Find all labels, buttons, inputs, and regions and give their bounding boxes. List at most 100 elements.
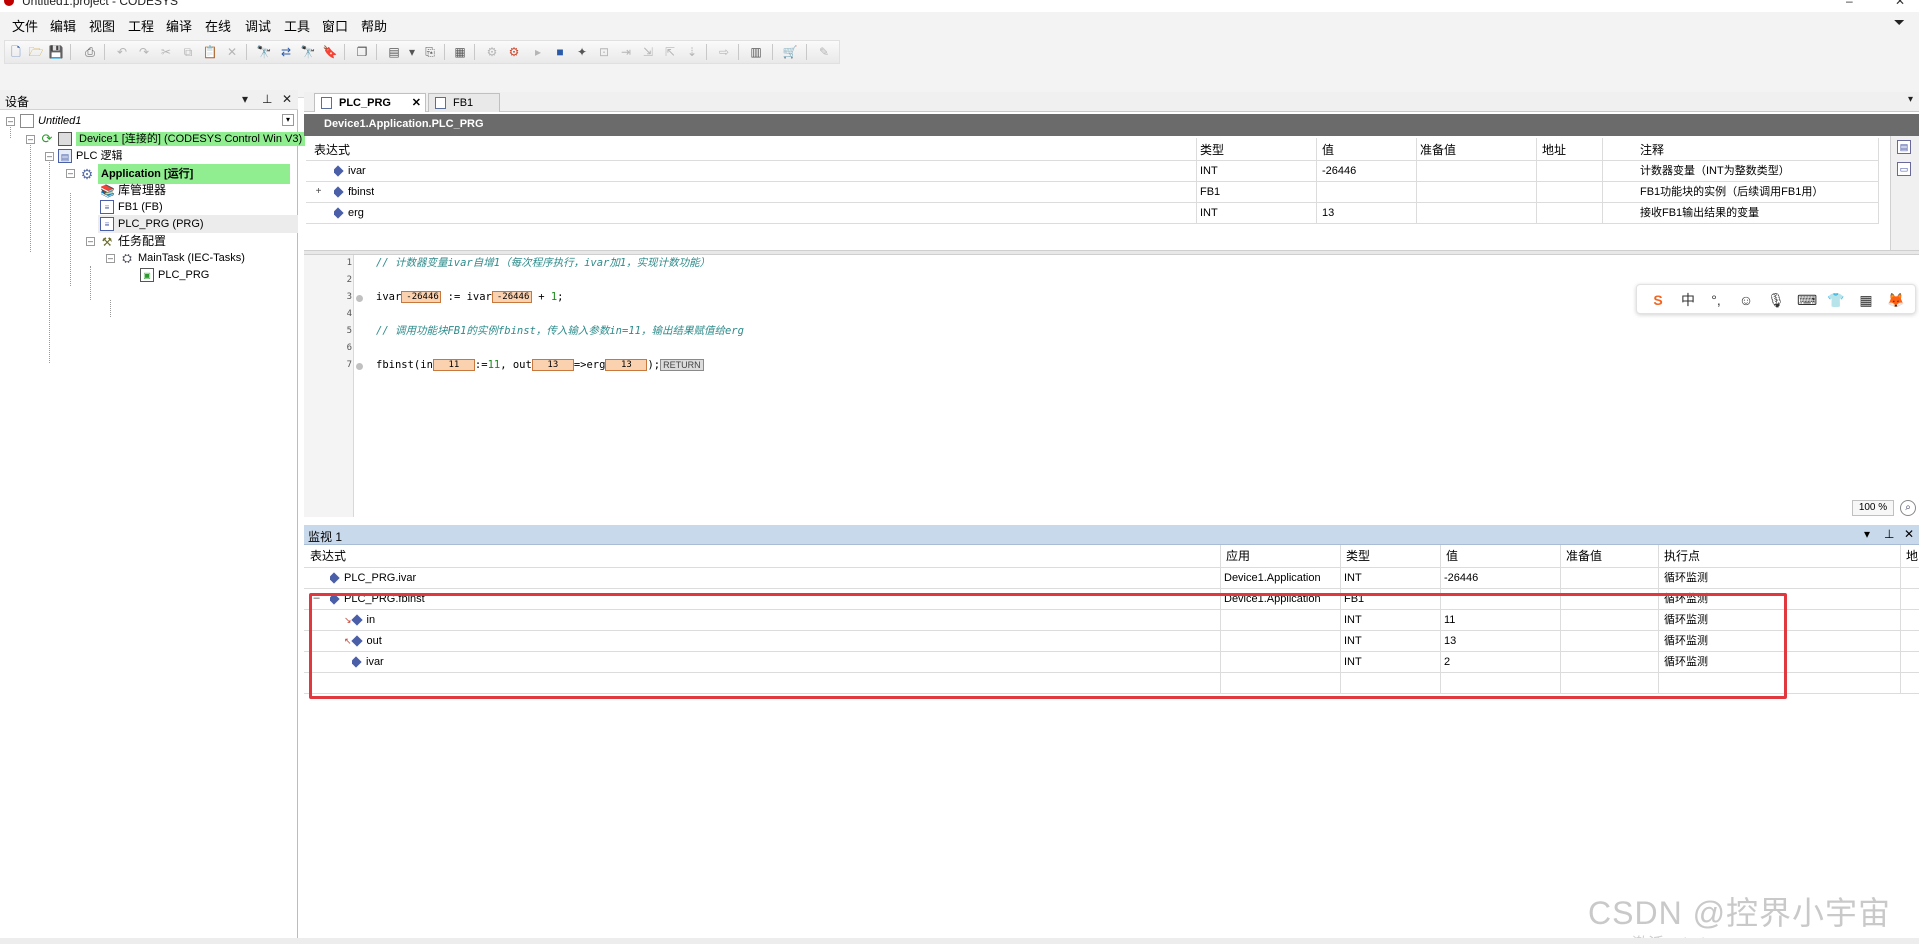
pane-menu-icon[interactable]: ▾ [1864,527,1870,541]
step-out-icon[interactable]: ⇱ [662,44,678,60]
cut-icon[interactable]: ✂ [158,44,174,60]
reset-icon[interactable]: ✦ [574,44,590,60]
tree-dropdown-icon[interactable]: ▾ [282,114,294,126]
zoom-level[interactable]: 100 % [1852,500,1894,516]
tree-item-library-manager[interactable]: 📚 库管理器 [100,181,166,199]
new-project-icon[interactable]: 🗋 [8,44,24,60]
decl-row-expr[interactable]: fbinst [334,183,374,201]
run-to-cursor-icon[interactable]: ⇣ [684,44,700,60]
tree-item-device[interactable]: ⟳ Device1 [连接的] (CODESYS Control Win V3) [40,130,306,148]
tree-item-fb1[interactable]: ≡ FB1 (FB) [100,198,163,216]
tree-collapse-toggle[interactable]: – [45,152,54,161]
save-icon[interactable]: 💾 [48,44,64,60]
tabular-view-icon[interactable]: ▤ [1897,140,1911,154]
find-icon[interactable]: 🔭 [256,44,272,60]
microphone-icon[interactable]: 🎙 [1767,291,1785,309]
build-icon[interactable]: ▦ [452,44,468,60]
paste-icon[interactable]: 📋 [202,44,218,60]
open-project-icon[interactable]: 🗁 [28,44,44,60]
menu-tools[interactable]: 工具 [284,16,310,35]
decl-row-expr[interactable]: ivar [334,162,366,180]
tree-collapse-toggle[interactable]: – [106,254,115,263]
decl-row-expr[interactable]: erg [334,204,364,222]
menu-edit[interactable]: 编辑 [50,16,76,35]
watch-col-address[interactable]: 地 [1906,547,1918,565]
col-header-address[interactable]: 地址 [1542,141,1566,159]
login-icon[interactable]: ⚙ [484,44,500,60]
menu-view[interactable]: 视图 [89,16,115,35]
breakpoint-marker[interactable] [356,363,363,370]
unforce-icon[interactable]: ✎ [816,44,832,60]
write-values-icon[interactable]: ▥ [748,44,764,60]
tree-collapse-toggle[interactable]: – [86,237,95,246]
force-values-icon[interactable]: 🛒 [782,44,798,60]
col-header-type[interactable]: 类型 [1200,141,1224,159]
tree-item-plc-logic[interactable]: ▤ PLC 逻辑 [58,147,122,165]
emoji-icon[interactable]: ☺ [1737,291,1755,309]
step-into-icon[interactable]: ⇲ [640,44,656,60]
breakpoint-marker[interactable] [356,295,363,302]
col-header-value[interactable]: 值 [1322,141,1334,159]
zoom-icon[interactable]: ⌕ [1900,500,1916,516]
breakpoint-icon[interactable]: ⊡ [596,44,612,60]
ime-chinese-mode[interactable]: 中 [1679,291,1697,309]
menu-build[interactable]: 编译 [166,16,192,35]
print-icon[interactable]: ⎙ [82,44,98,60]
tree-item-maintask[interactable]: ⛭ MainTask (IEC-Tasks) [120,249,245,267]
tree-item-project[interactable]: Untitled1 ▾ [20,112,296,130]
pin-icon[interactable]: ⊥ [262,92,272,106]
device-tree-icon[interactable]: ▤ [386,44,402,60]
bookmark-next-icon[interactable]: 🔖 [322,44,338,60]
close-window-button[interactable]: ✕ [1895,0,1905,8]
sogou-logo-icon[interactable]: S [1649,291,1667,309]
logout-icon[interactable]: ⚙ [506,44,522,60]
menu-online[interactable]: 在线 [205,16,231,35]
flow-control-icon[interactable]: ⇨ [716,44,732,60]
tree-item-task-plc-prg[interactable]: ▣ PLC_PRG [140,266,209,284]
watch-col-execution-point[interactable]: 执行点 [1664,547,1700,565]
close-pane-icon[interactable]: ✕ [282,92,292,106]
pane-menu-icon[interactable]: ▾ [242,92,248,106]
col-header-prepared[interactable]: 准备值 [1420,141,1456,159]
watch-row-value[interactable]: -26446 [1444,569,1478,587]
start-icon[interactable]: ▸ [530,44,546,60]
tab-fb1[interactable]: FB1 [428,93,500,112]
close-pane-icon[interactable]: ✕ [1904,527,1914,541]
filter-icon[interactable]: ⏷ [1894,14,1905,31]
col-header-expression[interactable]: 表达式 [314,141,350,159]
tree-collapse-toggle[interactable]: – [26,135,35,144]
minimize-window-button[interactable]: – [1846,0,1853,8]
copy-icon[interactable]: ⧉ [180,44,196,60]
redo-icon[interactable]: ↷ [136,44,152,60]
watch-row-expr[interactable]: PLC_PRG.ivar [330,569,416,587]
watch-col-application[interactable]: 应用 [1226,547,1250,565]
watch-col-value[interactable]: 值 [1446,547,1458,565]
horizontal-scrollbar[interactable] [0,938,1919,944]
menu-project[interactable]: 工程 [128,16,154,35]
punctuation-icon[interactable]: °, [1707,291,1725,309]
window-list-icon[interactable]: ❐ [354,44,370,60]
tree-item-application[interactable]: ⚙ Application [运行] [80,164,298,184]
mascot-icon[interactable]: 🦊 [1887,291,1905,309]
toolbox-icon[interactable]: ▦ [1857,291,1875,309]
col-header-comment[interactable]: 注释 [1640,141,1664,159]
skin-icon[interactable]: 👕 [1827,291,1845,309]
menu-debug[interactable]: 调试 [245,16,271,35]
menu-help[interactable]: 帮助 [361,16,387,35]
undo-icon[interactable]: ↶ [114,44,130,60]
watch-col-expression[interactable]: 表达式 [310,547,346,565]
open-file-icon[interactable]: ⎘ [422,44,438,60]
tree-item-plc-prg[interactable]: ≡ PLC_PRG (PRG) [98,215,298,233]
expand-toggle[interactable]: + [314,187,323,197]
tab-plc-prg[interactable]: PLC_PRG ✕ [314,93,426,112]
tab-list-dropdown-icon[interactable]: ▾ [1908,94,1913,105]
close-tab-icon[interactable]: ✕ [412,94,421,112]
stop-icon[interactable]: ■ [552,44,568,60]
pin-icon[interactable]: ⊥ [1884,527,1894,541]
keyboard-icon[interactable]: ⌨ [1797,291,1817,309]
tree-item-task-config[interactable]: ⚒ 任务配置 [100,232,166,250]
watch-col-prepared[interactable]: 准备值 [1566,547,1602,565]
tree-collapse-toggle[interactable]: – [6,117,15,126]
watch-col-type[interactable]: 类型 [1346,547,1370,565]
tree-collapse-toggle[interactable]: – [66,169,75,178]
